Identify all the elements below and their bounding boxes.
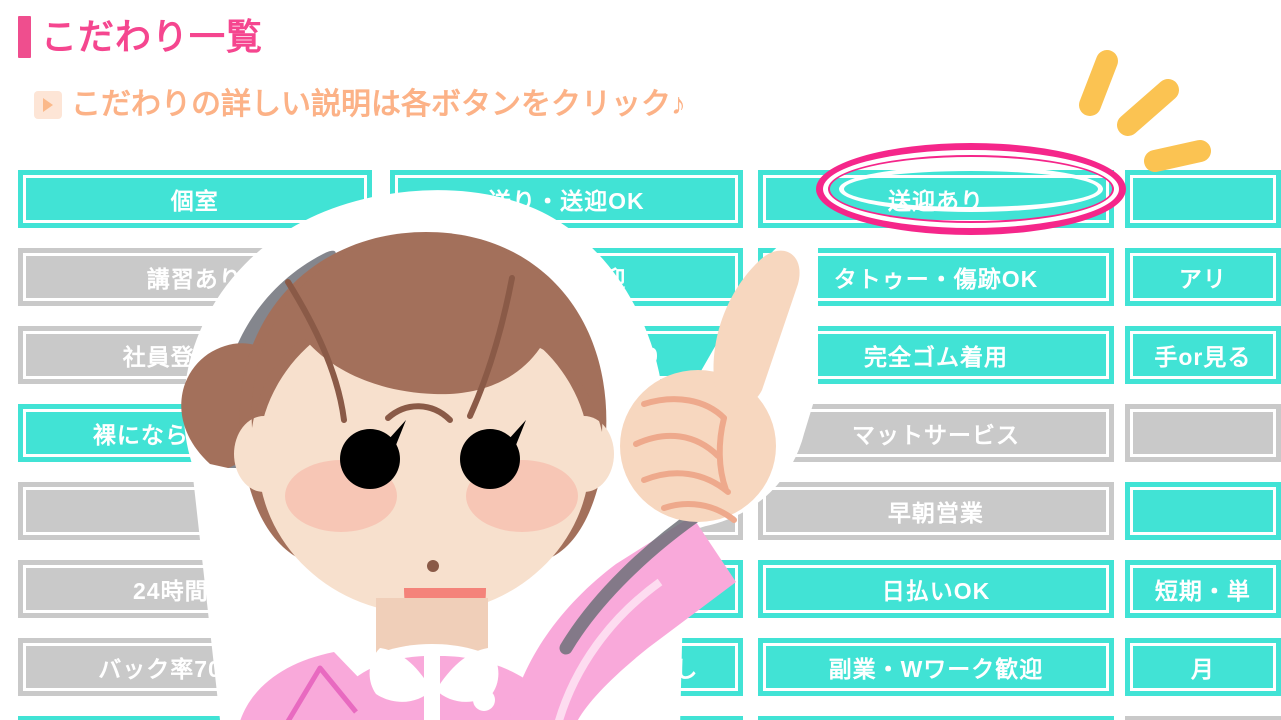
page-title: こだわり一覧 bbox=[18, 16, 263, 58]
feature-button[interactable] bbox=[1124, 716, 1281, 720]
feature-button-label: 日払いOK bbox=[881, 578, 991, 604]
pointing-girl-illustration bbox=[181, 190, 818, 720]
page-title-text: こだわり一覧 bbox=[41, 16, 264, 57]
feature-button[interactable]: 月 bbox=[1124, 638, 1281, 696]
sparkle-lines-icon bbox=[1079, 50, 1211, 172]
feature-button[interactable]: アリ bbox=[1124, 248, 1281, 306]
feature-button-label: 早朝営業 bbox=[887, 500, 984, 526]
feature-button-label: アリ bbox=[1178, 266, 1227, 292]
subtitle-text: こだわりの詳しい説明は各ボタンをクリック♪ bbox=[71, 88, 686, 121]
feature-button-label: 完全ゴム着用 bbox=[863, 344, 1008, 370]
feature-button[interactable] bbox=[1124, 482, 1281, 540]
subtitle-row: こだわりの詳しい説明は各ボタンをクリック♪ bbox=[34, 88, 686, 122]
title-accent-bar bbox=[18, 16, 31, 58]
feature-button-label: 手or見る bbox=[1154, 344, 1252, 370]
feature-button-label: タトゥー・傷跡OK bbox=[833, 266, 1039, 292]
feature-button[interactable]: 手or見る bbox=[1124, 326, 1281, 384]
feature-button-label: 副業・Wワーク歓迎 bbox=[828, 656, 1044, 682]
feature-button-label: 月 bbox=[1190, 656, 1215, 682]
feature-button[interactable] bbox=[1124, 404, 1281, 462]
feature-button-label: 送迎あり bbox=[887, 188, 984, 214]
feature-button[interactable]: 短期・単 bbox=[1124, 560, 1281, 618]
play-triangle-icon bbox=[34, 91, 62, 119]
feature-button-label: 短期・単 bbox=[1154, 578, 1251, 604]
screen-root: こだわり一覧 こだわりの詳しい説明は各ボタンをクリック♪ 個室 送り・送迎OK 送迎… bbox=[0, 0, 1281, 720]
feature-button-label: マットサービス bbox=[851, 422, 1020, 448]
